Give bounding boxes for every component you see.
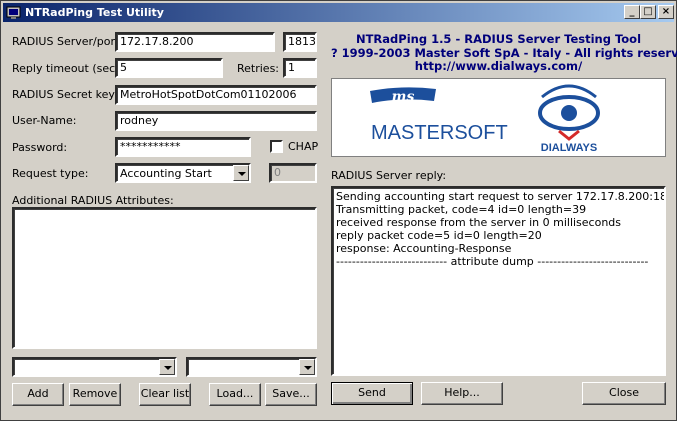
dialways-logo: DIALWAYS [538,84,600,154]
mastersoft-badge: ms [392,89,415,105]
website-link[interactable]: http://www.dialways.com/ [331,59,666,73]
reply-line: ---------------------------- attribute d… [336,255,649,268]
request-type-label: Request type: [12,167,89,180]
reply-line: received response from the server in 0 m… [336,216,622,229]
help-button[interactable]: Help... [421,382,503,405]
add-button[interactable]: Add [12,383,64,406]
chevron-down-icon[interactable] [299,359,315,375]
retries-label: Retries: [237,62,280,75]
chap-checkbox[interactable] [270,140,283,153]
secret-input[interactable]: MetroHotSpotDotCom01102006 [115,85,317,105]
send-button[interactable]: Send [331,382,413,405]
close-button[interactable]: Close [582,382,666,405]
attribute-value-select[interactable] [186,357,317,377]
load-button[interactable]: Load... [209,383,261,406]
copyright-text: ? 1999-2003 Master Soft SpA - Italy - Al… [331,46,677,60]
port-input[interactable]: 1813 [283,32,317,52]
reply-line: Transmitting packet, code=4 id=0 length=… [336,203,587,216]
chevron-down-icon[interactable] [233,165,249,181]
password-label: Password: [12,141,68,154]
request-id-input: 0 [269,163,317,183]
retries-input[interactable]: 1 [283,58,317,78]
attribute-name-select[interactable] [12,357,177,377]
maximize-button[interactable]: □ [640,5,656,19]
request-type-select[interactable]: Accounting Start [115,163,251,183]
minimize-icon: _ [629,6,635,17]
minimize-button[interactable]: _ [624,5,640,19]
username-input[interactable]: rodney [115,111,317,131]
server-input[interactable]: 172.17.8.200 [115,32,275,52]
reply-label: RADIUS Server reply: [331,169,447,182]
password-input[interactable]: *********** [115,137,251,157]
timeout-label: Reply timeout (sec.): [12,62,127,75]
chevron-down-icon[interactable] [159,359,175,375]
logo-panel: ms MASTERSOFT DIALWAYS [331,78,666,157]
save-button[interactable]: Save... [265,383,317,406]
clear-list-button[interactable]: Clear list [139,383,191,406]
server-label: RADIUS Server/port: [12,35,123,48]
app-heading: NTRadPing 1.5 - RADIUS Server Testing To… [355,32,642,46]
reply-output[interactable]: Sending accounting start request to serv… [331,186,666,376]
chap-label: CHAP [288,140,319,153]
close-window-button[interactable]: × [658,5,674,19]
username-label: User-Name: [12,114,77,127]
title-bar[interactable]: NTRadPing Test Utility _ □ × [3,3,674,22]
logos-graphic: ms MASTERSOFT DIALWAYS [370,84,600,154]
reply-line: response: Accounting-Response [336,242,512,255]
maximize-icon: □ [643,6,653,17]
dialways-wordmark: DIALWAYS [541,142,597,154]
mastersoft-logo: ms MASTERSOFT [370,87,508,144]
additional-attributes-label: Additional RADIUS Attributes: [12,194,174,207]
close-icon: × [661,6,671,17]
request-type-value: Accounting Start [120,167,212,180]
window-title: NTRadPing Test Utility [25,6,164,19]
mastersoft-wordmark: MASTERSOFT [371,122,508,144]
reply-line: Sending accounting start request to serv… [336,190,666,203]
remove-button[interactable]: Remove [69,383,121,406]
timeout-input[interactable]: 5 [115,58,223,78]
secret-label: RADIUS Secret key: [12,88,118,101]
reply-line: reply packet code=5 id=0 length=20 [336,229,542,242]
additional-attributes-list[interactable] [12,207,317,349]
app-icon [6,6,21,19]
app-window: NTRadPing Test Utility _ □ × RADIUS Serv… [0,0,677,421]
